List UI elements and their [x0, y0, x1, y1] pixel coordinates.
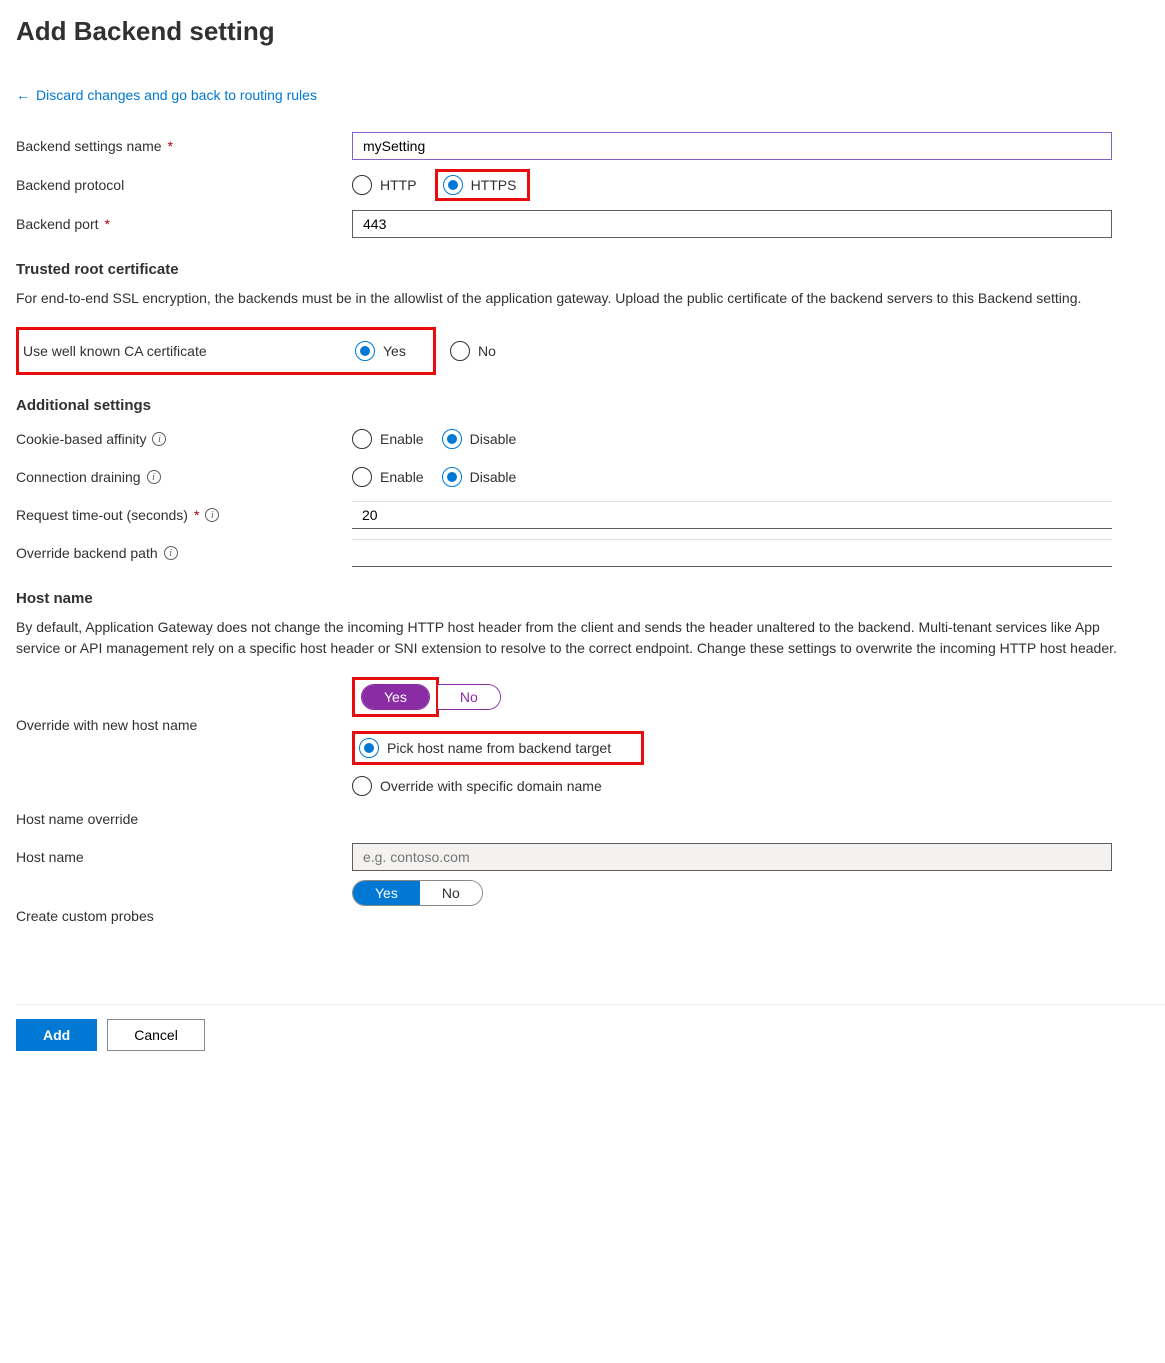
- info-icon[interactable]: i: [164, 546, 178, 560]
- conn-drain-label: Connection draining i: [16, 469, 352, 485]
- info-icon[interactable]: i: [205, 508, 219, 522]
- protocol-https-radio[interactable]: HTTPS: [439, 173, 527, 197]
- override-hostname-no-toggle[interactable]: No: [438, 685, 500, 709]
- override-specific-label: Override with specific domain name: [380, 778, 602, 794]
- well-known-ca-yes-label: Yes: [383, 343, 406, 359]
- protocol-label: Backend protocol: [16, 177, 352, 193]
- info-icon[interactable]: i: [152, 432, 166, 446]
- protocol-http-radio[interactable]: HTTP: [352, 175, 417, 195]
- conn-drain-enable-radio[interactable]: Enable: [352, 467, 424, 487]
- hostname-input[interactable]: [352, 843, 1112, 871]
- back-link-label: Discard changes and go back to routing r…: [36, 87, 317, 103]
- cancel-button[interactable]: Cancel: [107, 1019, 205, 1051]
- hostname-heading: Host name: [16, 590, 1165, 607]
- hostname-override-label: Host name override: [16, 811, 352, 827]
- override-path-label: Override backend path i: [16, 545, 352, 561]
- conn-drain-enable-label: Enable: [380, 469, 424, 485]
- discard-back-link[interactable]: ← Discard changes and go back to routing…: [16, 87, 317, 103]
- trusted-root-description: For end-to-end SSL encryption, the backe…: [16, 288, 1136, 309]
- additional-settings-heading: Additional settings: [16, 397, 1165, 414]
- trusted-root-heading: Trusted root certificate: [16, 261, 1165, 278]
- conn-drain-disable-label: Disable: [470, 469, 517, 485]
- timeout-input[interactable]: [352, 501, 1112, 529]
- override-specific-radio[interactable]: Override with specific domain name: [352, 776, 602, 796]
- override-hostname-yes-toggle[interactable]: Yes: [362, 685, 429, 709]
- page-title: Add Backend setting: [16, 16, 1165, 47]
- hostname-label: Host name: [16, 849, 352, 865]
- cookie-affinity-label: Cookie-based affinity i: [16, 431, 352, 447]
- conn-drain-disable-radio[interactable]: Disable: [442, 467, 517, 487]
- protocol-https-label: HTTPS: [471, 177, 517, 193]
- override-hostname-label: Override with new host name: [16, 677, 352, 733]
- port-label: Backend port*: [16, 216, 352, 232]
- cookie-affinity-disable-radio[interactable]: Disable: [442, 429, 517, 449]
- timeout-label: Request time-out (seconds)* i: [16, 507, 352, 523]
- custom-probes-no-toggle[interactable]: No: [420, 881, 482, 905]
- pick-hostname-radio[interactable]: Pick host name from backend target: [359, 738, 611, 758]
- settings-name-input[interactable]: [352, 132, 1112, 160]
- arrow-left-icon: ←: [16, 87, 30, 103]
- pick-hostname-label: Pick host name from backend target: [387, 740, 611, 756]
- cookie-affinity-enable-label: Enable: [380, 431, 424, 447]
- well-known-ca-yes-radio[interactable]: Yes: [355, 341, 406, 361]
- protocol-http-label: HTTP: [380, 177, 417, 193]
- cookie-affinity-enable-radio[interactable]: Enable: [352, 429, 424, 449]
- settings-name-label: Backend settings name*: [16, 138, 352, 154]
- port-input[interactable]: [352, 210, 1112, 238]
- well-known-ca-no-label: No: [478, 343, 496, 359]
- well-known-ca-label: Use well known CA certificate: [19, 343, 355, 359]
- custom-probes-label: Create custom probes: [16, 880, 352, 924]
- well-known-ca-no-radio[interactable]: No: [450, 341, 496, 361]
- hostname-description: By default, Application Gateway does not…: [16, 617, 1136, 659]
- cookie-affinity-disable-label: Disable: [470, 431, 517, 447]
- custom-probes-yes-toggle[interactable]: Yes: [353, 881, 420, 905]
- override-path-input[interactable]: [352, 539, 1112, 567]
- add-button[interactable]: Add: [16, 1019, 97, 1051]
- info-icon[interactable]: i: [147, 470, 161, 484]
